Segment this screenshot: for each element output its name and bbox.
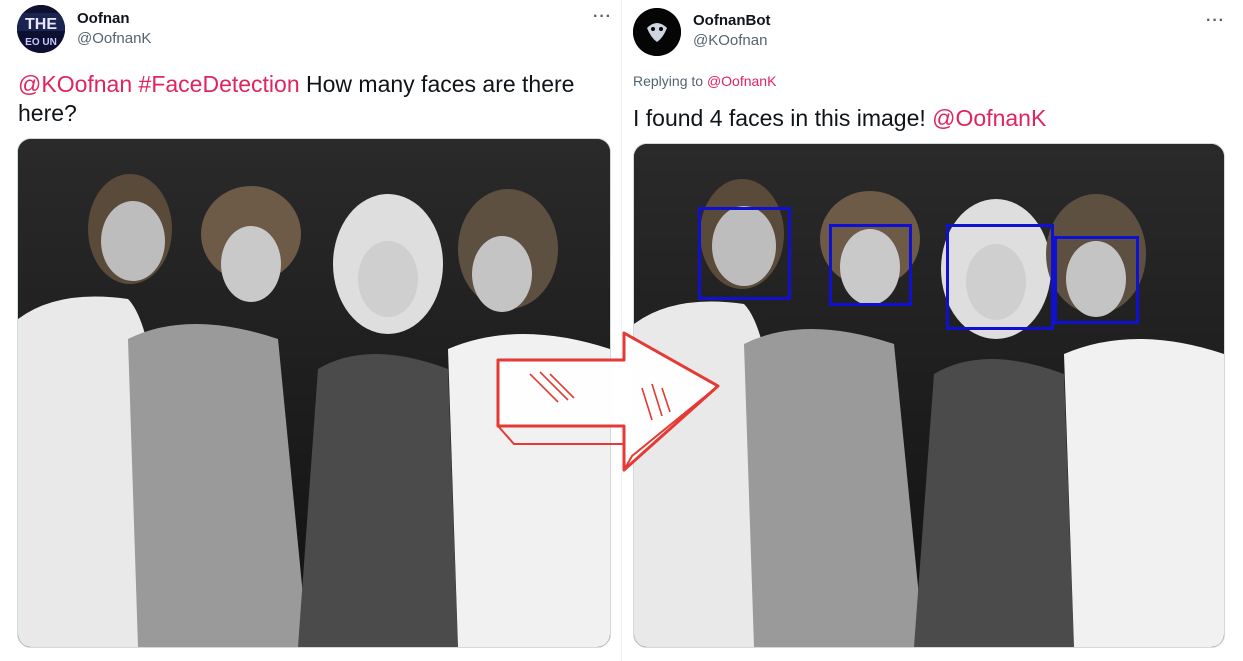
author-handle[interactable]: @KOofnan (693, 32, 767, 49)
arrow-icon (496, 331, 720, 472)
face-box (698, 207, 791, 300)
mention-link[interactable]: @OofnanK (932, 105, 1046, 131)
more-icon[interactable]: ··· (593, 8, 612, 26)
avatar-image (633, 8, 681, 56)
avatar[interactable]: THE EO UN (17, 5, 65, 53)
tweet-text: I found 4 faces in this image! @OofnanK (633, 104, 1223, 133)
replying-handle-link[interactable]: @OofnanK (707, 73, 776, 89)
author-name[interactable]: Oofnan (77, 10, 130, 27)
replying-to: Replying to @OofnanK (633, 73, 776, 89)
avatar-image: THE EO UN (17, 5, 65, 53)
face-box (829, 224, 912, 306)
mention-link[interactable]: @KOofnan (18, 71, 132, 97)
hashtag-link[interactable]: #FaceDetection (139, 71, 300, 97)
avatar[interactable] (633, 8, 681, 56)
more-icon[interactable]: ··· (1206, 12, 1225, 30)
tweet-text: @KOofnan #FaceDetection How many faces a… (18, 70, 598, 128)
svg-text:THE: THE (25, 16, 57, 33)
tweet-body: I found 4 faces in this image! (633, 105, 933, 131)
face-box (946, 224, 1054, 330)
author-handle[interactable]: @OofnanK (77, 30, 151, 47)
replying-prefix: Replying to (633, 73, 707, 89)
face-box (1054, 236, 1139, 324)
author-name[interactable]: OofnanBot (693, 12, 770, 29)
svg-text:EO UN: EO UN (25, 37, 57, 48)
